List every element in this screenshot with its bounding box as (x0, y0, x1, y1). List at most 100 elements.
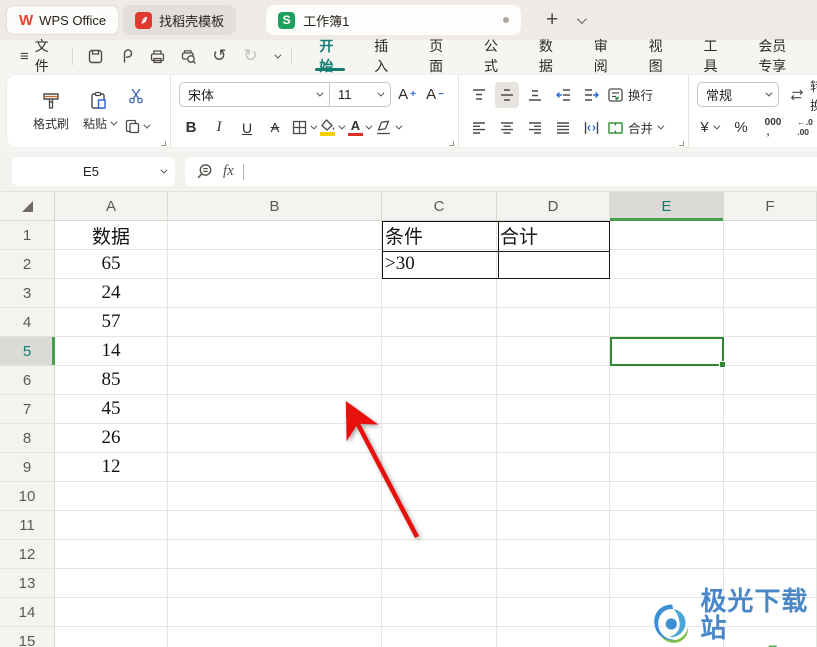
cell-C4[interactable] (382, 308, 497, 337)
cell-D9[interactable] (497, 453, 610, 482)
redo-button[interactable]: ↻ (239, 45, 261, 67)
row-header-14[interactable]: 14 (0, 598, 55, 627)
align-bottom-button[interactable] (523, 82, 547, 108)
decrease-font-button[interactable]: A− (423, 82, 447, 108)
clipboard-expand-icon[interactable] (161, 141, 166, 146)
cell-E14[interactable] (610, 598, 724, 627)
clear-format-button[interactable] (375, 115, 400, 141)
align-left-button[interactable] (467, 115, 491, 141)
cell-E5[interactable] (610, 337, 724, 366)
cell-F6[interactable] (724, 366, 817, 395)
cell-C7[interactable] (382, 395, 497, 424)
cell-A15[interactable] (55, 627, 168, 647)
cell-C9[interactable] (382, 453, 497, 482)
cell-C14[interactable] (382, 598, 497, 627)
merge-cells-button[interactable]: 合并 (607, 115, 662, 141)
italic-button[interactable]: I (207, 115, 231, 141)
align-top-button[interactable] (467, 82, 491, 108)
cell-E11[interactable] (610, 511, 724, 540)
cell-E3[interactable] (610, 279, 724, 308)
cell-F5[interactable] (724, 337, 817, 366)
increase-decimal-button[interactable]: ←.0.00 (793, 115, 817, 141)
cell-F15[interactable] (724, 627, 817, 647)
cell-D5[interactable] (497, 337, 610, 366)
cell-A5[interactable]: 14 (55, 337, 168, 366)
cell-E4[interactable] (610, 308, 724, 337)
row-header-13[interactable]: 13 (0, 569, 55, 598)
increase-font-button[interactable]: A+ (395, 82, 419, 108)
cell-D1[interactable]: 合计 (497, 221, 610, 250)
save-button[interactable] (84, 45, 106, 67)
format-painter-button[interactable]: 格式刷 (28, 88, 74, 134)
cell-A12[interactable] (55, 540, 168, 569)
ribbon-tab-开始[interactable]: 开始 (302, 40, 357, 72)
cell-D14[interactable] (497, 598, 610, 627)
cell-E1[interactable] (610, 221, 724, 250)
cell-D2[interactable] (497, 250, 610, 279)
cell-C5[interactable] (382, 337, 497, 366)
font-size-select[interactable]: 11 (330, 83, 390, 106)
ribbon-tab-工具[interactable]: 工具 (686, 40, 741, 72)
row-header-10[interactable]: 10 (0, 482, 55, 511)
cell-A2[interactable]: 65 (55, 250, 168, 279)
paste-button[interactable]: 粘贴 (78, 88, 120, 134)
tab-list-chevron-icon[interactable] (577, 14, 587, 24)
cell-A6[interactable]: 85 (55, 366, 168, 395)
column-header-B[interactable]: B (168, 192, 382, 220)
cell-A13[interactable] (55, 569, 168, 598)
percent-format-button[interactable]: % (729, 115, 753, 141)
column-header-C[interactable]: C (382, 192, 497, 220)
file-menu-button[interactable]: ≡ 文件 (0, 36, 72, 76)
strikethrough-button[interactable]: A (263, 115, 287, 141)
cell-C10[interactable] (382, 482, 497, 511)
cell-E10[interactable] (610, 482, 724, 511)
tab-docer-templates[interactable]: 找稻壳模板 (123, 5, 236, 35)
tab-workbook1[interactable]: S 工作簿1 (266, 5, 521, 35)
cell-A9[interactable]: 12 (55, 453, 168, 482)
cell-B14[interactable] (168, 598, 382, 627)
cell-F12[interactable] (724, 540, 817, 569)
justify-button[interactable] (551, 115, 575, 141)
row-header-15[interactable]: 15 (0, 627, 55, 647)
new-tab-button[interactable]: + (539, 7, 565, 33)
cut-button[interactable] (124, 83, 148, 109)
align-center-button[interactable] (495, 115, 519, 141)
row-header-8[interactable]: 8 (0, 424, 55, 453)
cell-D13[interactable] (497, 569, 610, 598)
row-header-3[interactable]: 3 (0, 279, 55, 308)
row-header-4[interactable]: 4 (0, 308, 55, 337)
cell-B4[interactable] (168, 308, 382, 337)
cell-F14[interactable] (724, 598, 817, 627)
cell-B6[interactable] (168, 366, 382, 395)
cell-C11[interactable] (382, 511, 497, 540)
undo-button[interactable]: ↺ (208, 45, 230, 67)
cell-D8[interactable] (497, 424, 610, 453)
cell-B2[interactable] (168, 250, 382, 279)
cell-A3[interactable]: 24 (55, 279, 168, 308)
cell-F13[interactable] (724, 569, 817, 598)
cell-B1[interactable] (168, 221, 382, 250)
borders-button[interactable] (291, 115, 315, 141)
cell-C8[interactable] (382, 424, 497, 453)
ribbon-tab-会员专享[interactable]: 会员专享 (741, 40, 817, 72)
cell-B10[interactable] (168, 482, 382, 511)
cell-F10[interactable] (724, 482, 817, 511)
cell-A4[interactable]: 57 (55, 308, 168, 337)
qat-customize-chevron-icon[interactable] (275, 51, 282, 58)
cell-B5[interactable] (168, 337, 382, 366)
cell-A11[interactable] (55, 511, 168, 540)
align-right-button[interactable] (523, 115, 547, 141)
cell-D11[interactable] (497, 511, 610, 540)
font-expand-icon[interactable] (449, 141, 454, 146)
cell-E2[interactable] (610, 250, 724, 279)
currency-format-button[interactable]: ¥ (697, 115, 721, 141)
cell-E7[interactable] (610, 395, 724, 424)
cell-C12[interactable] (382, 540, 497, 569)
row-header-11[interactable]: 11 (0, 511, 55, 540)
cell-B15[interactable] (168, 627, 382, 647)
cell-C1[interactable]: 条件 (382, 221, 497, 250)
cell-F7[interactable] (724, 395, 817, 424)
column-header-D[interactable]: D (497, 192, 610, 220)
cell-E12[interactable] (610, 540, 724, 569)
cell-E13[interactable] (610, 569, 724, 598)
